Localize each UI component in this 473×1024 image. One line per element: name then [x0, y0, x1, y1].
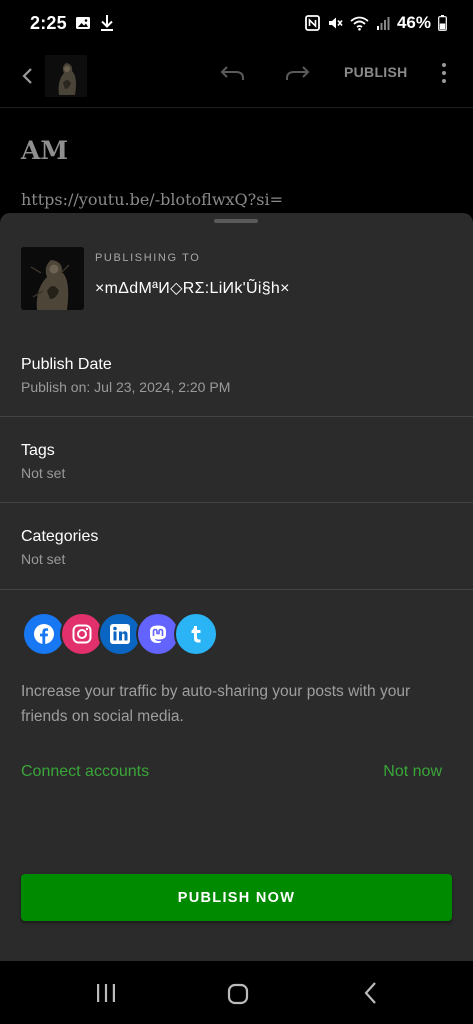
connect-accounts-link[interactable]: Connect accounts — [21, 763, 149, 781]
categories-row[interactable]: Categories Not set — [0, 503, 473, 589]
wifi-icon — [350, 15, 369, 31]
recents-icon[interactable] — [95, 983, 117, 1008]
divider — [0, 589, 473, 590]
status-left: 2:25 — [30, 13, 115, 34]
publish-button[interactable]: PUBLISH — [344, 64, 408, 80]
site-avatar — [21, 247, 84, 310]
tags-value: Not set — [21, 465, 66, 481]
editor-content: AM https://youtu.be/-blotoflwxQ?si= — [0, 108, 473, 213]
publish-sheet: PUBLISHING TO ×mΔdMªИ◇RΣ:LiИk'Ũi§h× Publ… — [0, 213, 473, 961]
home-icon[interactable] — [227, 983, 249, 1010]
post-title[interactable]: AM — [21, 136, 68, 165]
nfc-icon — [305, 15, 320, 31]
system-nav-bar — [0, 961, 473, 1024]
signal-icon — [376, 15, 390, 31]
back-arrow-icon[interactable] — [17, 65, 39, 87]
publishing-to-row: PUBLISHING TO ×mΔdMªИ◇RΣ:LiИk'Ũi§h× — [21, 247, 290, 310]
categories-value: Not set — [21, 551, 66, 567]
mute-icon — [327, 15, 343, 31]
editor-toolbar: PUBLISH — [0, 46, 473, 106]
status-time: 2:25 — [30, 12, 67, 33]
tags-title: Tags — [21, 442, 55, 459]
social-icons — [22, 612, 222, 656]
publish-now-button[interactable]: PUBLISH NOW — [21, 874, 452, 921]
site-info: PUBLISHING TO ×mΔdMªИ◇RΣ:LiИk'Ũi§h× — [95, 247, 290, 310]
more-vertical-icon[interactable] — [436, 60, 452, 91]
not-now-link[interactable]: Not now — [383, 763, 442, 781]
image-icon — [75, 15, 91, 31]
battery-icon — [438, 15, 447, 31]
publish-date-row[interactable]: Publish Date Publish on: Jul 23, 2024, 2… — [0, 330, 473, 416]
site-name: ×mΔdMªИ◇RΣ:LiИk'Ũi§h× — [95, 280, 290, 297]
site-thumbnail[interactable] — [45, 55, 87, 97]
battery-text: 46% — [396, 13, 431, 32]
redo-icon[interactable] — [284, 63, 310, 90]
status-bar: 2:25 46% — [0, 0, 473, 46]
post-body[interactable]: https://youtu.be/-blotoflwxQ?si= — [21, 188, 283, 212]
tags-row[interactable]: Tags Not set — [0, 417, 473, 503]
tumblr-icon — [174, 612, 218, 656]
download-icon — [99, 14, 115, 32]
undo-icon[interactable] — [220, 63, 246, 90]
status-right: 46% — [305, 13, 447, 33]
categories-title: Categories — [21, 528, 99, 545]
publish-date-value: Publish on: Jul 23, 2024, 2:20 PM — [21, 379, 231, 395]
social-sharing-text: Increase your traffic by auto-sharing yo… — [21, 683, 411, 725]
drag-handle[interactable] — [214, 219, 258, 223]
publish-date-title: Publish Date — [21, 356, 112, 373]
publishing-to-caption: PUBLISHING TO — [95, 252, 201, 264]
back-icon[interactable] — [362, 981, 380, 1010]
